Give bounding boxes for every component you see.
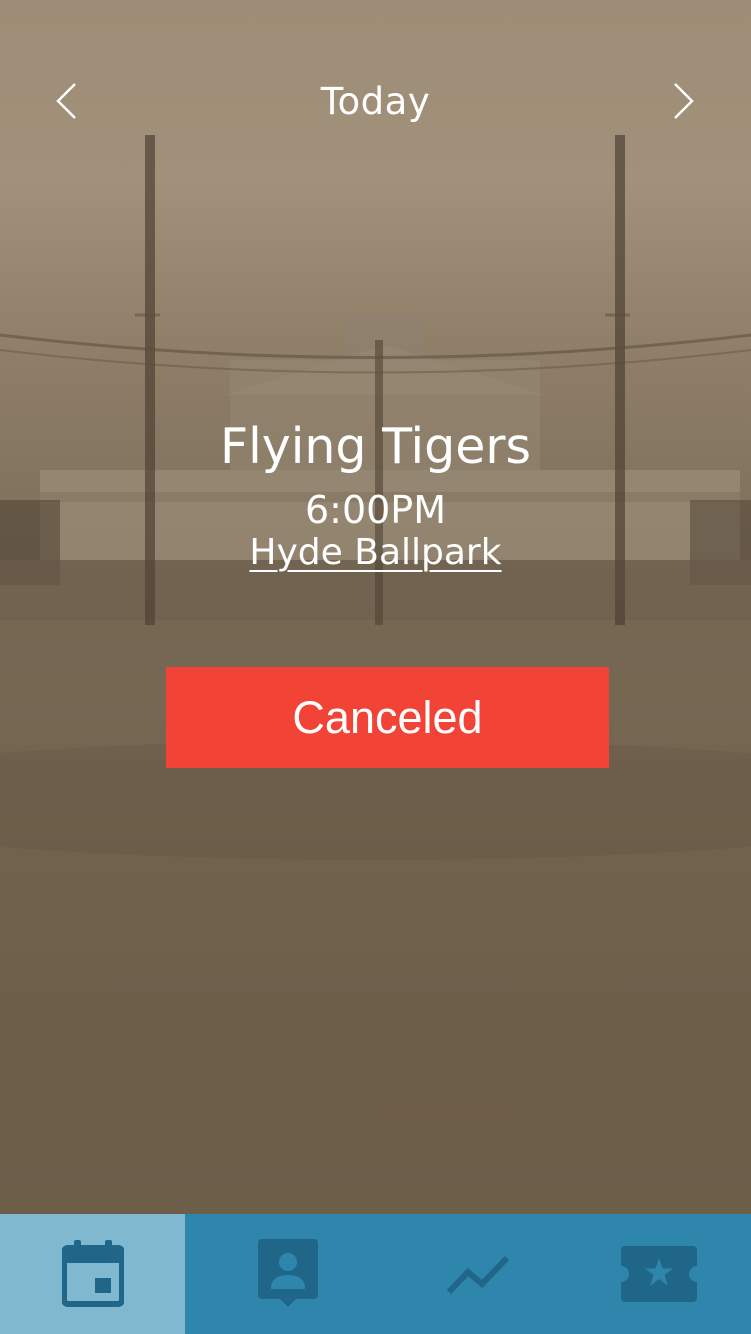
schedule-screen: Today Flying Tigers 6:00PM Hyde Ballpark… <box>0 0 751 1334</box>
profile-icon <box>257 1239 318 1307</box>
ballpark-background-photo <box>0 0 751 1214</box>
tab-tickets[interactable] <box>566 1214 751 1334</box>
next-day-button[interactable] <box>658 76 708 126</box>
tab-schedule[interactable] <box>0 1214 185 1334</box>
tab-profile[interactable] <box>185 1214 390 1334</box>
trend-chart-icon <box>446 1255 510 1295</box>
ticket-star-icon <box>620 1246 697 1302</box>
game-status-button[interactable]: Canceled <box>166 667 609 768</box>
venue-row: Hyde Ballpark <box>0 532 751 573</box>
chevron-right-icon <box>674 83 694 119</box>
ballpark-scene <box>0 135 751 1214</box>
page-title: Today <box>320 80 431 123</box>
venue-link[interactable]: Hyde Ballpark <box>249 532 501 573</box>
tab-stats[interactable] <box>390 1214 566 1334</box>
bottom-tab-bar <box>0 1214 751 1334</box>
calendar-icon <box>61 1240 124 1307</box>
team-name: Flying Tigers <box>219 418 532 475</box>
game-time: 6:00PM <box>304 488 447 532</box>
